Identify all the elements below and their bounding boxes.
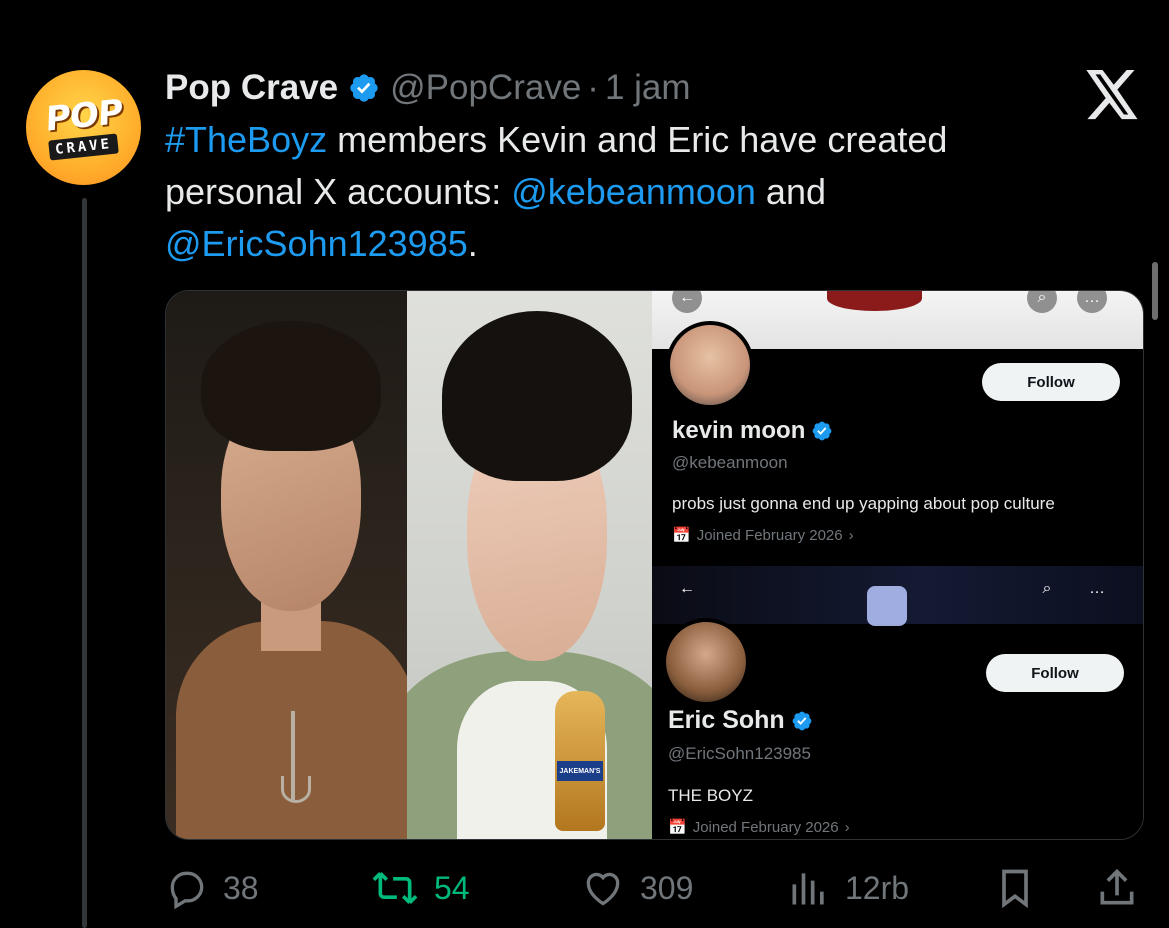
search-icon[interactable]: ⌕ <box>1032 574 1062 604</box>
photo-kevin[interactable]: JAKEMAN'S <box>407 291 652 839</box>
more-icon[interactable]: … <box>1082 574 1112 604</box>
tweet-time[interactable]: 1 jam <box>605 68 691 108</box>
profile-joined-eric: 📅 Joined February 2026 › <box>668 818 850 837</box>
profile-name-kevin: kevin moon <box>672 417 833 445</box>
verified-badge-icon <box>792 711 812 730</box>
repost-count: 54 <box>434 869 470 906</box>
hashtag-link[interactable]: #TheBoyz <box>165 119 327 160</box>
bookmark-icon <box>1002 869 1028 909</box>
calendar-icon: 📅 <box>668 819 687 836</box>
share-button[interactable] <box>1095 860 1139 916</box>
tweet-page: POP CRAVE Pop Crave @PopCrave · 1 jam #T… <box>0 0 1169 928</box>
mention-link-ericsohn[interactable]: @EricSohn123985 <box>165 223 468 264</box>
author-avatar[interactable]: POP CRAVE <box>26 70 141 185</box>
follow-button-eric[interactable]: Follow <box>986 654 1124 692</box>
like-icon <box>586 872 620 906</box>
profile-joined-kevin: 📅 Joined February 2026 › <box>672 526 854 545</box>
tweet-actions: 38 54 309 12rb <box>165 860 1145 916</box>
views-count: 12rb <box>845 869 910 906</box>
anchor-pendant-icon <box>281 776 311 803</box>
profile-name-eric: Eric Sohn <box>668 706 813 735</box>
profile-bio-eric: THE BOYZ <box>668 786 754 805</box>
syrup-bottle-label: JAKEMAN'S <box>557 761 603 781</box>
reply-button[interactable]: 38 <box>165 860 259 916</box>
profile-name-eric-text: Eric Sohn <box>668 706 785 734</box>
views-button[interactable]: 12rb <box>787 860 909 916</box>
profile-handle-eric: @EricSohn123985 <box>668 744 811 763</box>
photo-eric-hair <box>201 321 381 451</box>
banner-lightstick <box>867 586 907 626</box>
tweet-media[interactable]: JAKEMAN'S ← ⌕ … Follow kevin moon @kebea… <box>165 290 1144 840</box>
like-button[interactable]: 309 <box>580 860 693 916</box>
tweet-text-part3: . <box>467 223 478 264</box>
avatar-logo-pop: POP <box>44 91 123 140</box>
repost-icon <box>372 872 418 904</box>
like-count: 309 <box>640 869 694 906</box>
follow-button-kevin[interactable]: Follow <box>982 363 1120 401</box>
calendar-icon: 📅 <box>672 527 691 544</box>
share-icon <box>1100 868 1134 905</box>
scrollbar[interactable] <box>1152 262 1158 320</box>
chevron-right-icon: › <box>848 526 854 544</box>
profile-name-kevin-text: kevin moon <box>672 417 806 444</box>
profile-avatar-kevin <box>666 321 754 409</box>
reply-icon <box>170 871 204 910</box>
verified-badge-icon <box>812 421 832 441</box>
profile-screenshot-kevin[interactable]: ← ⌕ … Follow kevin moon @kebeanmoon prob… <box>652 291 1143 561</box>
x-logo-icon <box>1085 70 1140 120</box>
verified-badge-icon <box>348 72 380 104</box>
profile-bio-kevin: probs just gonna end up yapping about po… <box>672 494 1055 513</box>
bookmark-button[interactable] <box>993 860 1037 916</box>
mention-link-kebeanmoon[interactable]: @kebeanmoon <box>511 171 756 212</box>
views-icon <box>792 873 824 905</box>
repost-button[interactable]: 54 <box>370 860 470 916</box>
profile-joined-kevin-text: Joined February 2026 <box>696 526 843 544</box>
author-name[interactable]: Pop Crave <box>165 68 338 108</box>
reply-count: 38 <box>223 869 259 906</box>
profile-screenshot-eric[interactable]: ← ⌕ … Follow Eric Sohn @EricSohn123985 T… <box>652 566 1143 839</box>
tweet-text-part2: and <box>755 171 826 212</box>
profile-joined-eric-text: Joined February 2026 <box>692 818 839 836</box>
author-handle[interactable]: @PopCrave <box>390 68 581 108</box>
profile-avatar-eric <box>662 618 750 706</box>
chevron-right-icon: › <box>844 818 850 836</box>
tweet-body: #TheBoyz members Kevin and Eric have cre… <box>165 114 1065 270</box>
header-separator: · <box>587 68 599 107</box>
back-arrow-icon[interactable]: ← <box>672 574 702 604</box>
photo-kevin-hair <box>442 311 632 481</box>
profile-handle-kevin: @kebeanmoon <box>672 453 788 472</box>
photo-eric[interactable] <box>166 291 407 839</box>
thread-line <box>82 198 87 928</box>
tweet-header: Pop Crave @PopCrave · 1 jam <box>165 68 691 108</box>
